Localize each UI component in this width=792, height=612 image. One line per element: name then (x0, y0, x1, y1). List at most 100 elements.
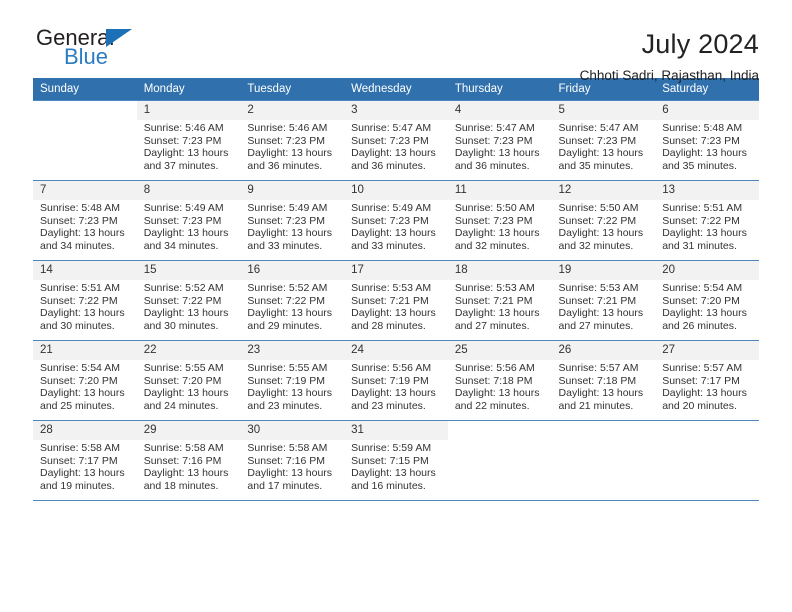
calendar-cell-empty (551, 420, 656, 501)
day-cell-content: 25 Sunrise: 5:56 AM Sunset: 7:18 PM Dayligh… (447, 341, 552, 420)
calendar-day-cell[interactable]: 14 Sunrise: 5:51 AM Sunset: 7:22 PM Dayligh… (33, 260, 137, 341)
general-blue-logo[interactable]: General Blue (33, 26, 196, 78)
detail-daylight-line1: Daylight: 13 hours (143, 387, 229, 400)
day-number: 15 (136, 261, 241, 280)
detail-sunset: Sunset: 7:23 PM (351, 214, 429, 227)
calendar-day-cell[interactable]: 5 Sunrise: 5:47 AM Sunset: 7:23 PM Daylight… (551, 100, 656, 181)
calendar-day-cell[interactable]: 6 Sunrise: 5:48 AM Sunset: 7:23 PM Daylight… (655, 100, 759, 181)
detail-sunrise: Sunrise: 5:48 AM (40, 202, 120, 214)
calendar-day-cell[interactable]: 25 Sunrise: 5:56 AM Sunset: 7:18 PM Dayligh… (447, 340, 552, 421)
calendar-day-cell[interactable]: 26 Sunrise: 5:57 AM Sunset: 7:18 PM Dayligh… (551, 340, 656, 421)
detail-sunset: Sunset: 7:22 PM (662, 214, 740, 227)
day-cell-content: 3 Sunrise: 5:47 AM Sunset: 7:23 PM Daylight… (344, 101, 448, 180)
weekday-header-wednesday: Wednesday (344, 78, 448, 101)
day-number: 8 (136, 181, 241, 200)
detail-sunrise: Sunrise: 5:53 AM (351, 282, 432, 294)
detail-daylight-line2: and 29 minutes. (247, 319, 323, 332)
detail-daylight-line1: Daylight: 13 hours (558, 227, 644, 240)
calendar-day-cell[interactable]: 2 Sunrise: 5:46 AM Sunset: 7:23 PM Daylight… (240, 100, 345, 181)
day-cell-content: 1 Sunrise: 5:46 AM Sunset: 7:23 PM Daylight… (136, 101, 241, 180)
day-cell-content: 8 Sunrise: 5:49 AM Sunset: 7:23 PM Daylight… (136, 181, 241, 260)
detail-sunset: Sunset: 7:18 PM (454, 374, 533, 387)
calendar-day-cell[interactable]: 9 Sunrise: 5:49 AM Sunset: 7:23 PM Daylight… (240, 180, 345, 261)
calendar-day-cell[interactable]: 13 Sunrise: 5:51 AM Sunset: 7:22 PM Dayligh… (655, 180, 759, 261)
detail-daylight-line1: Daylight: 13 hours (40, 387, 125, 400)
detail-sunset: Sunset: 7:21 PM (351, 294, 429, 307)
detail-sunrise: Sunrise: 5:58 AM (247, 442, 328, 454)
day-cell-content: 22 Sunrise: 5:55 AM Sunset: 7:20 PM Dayligh… (136, 341, 241, 420)
calendar-day-cell[interactable]: 10 Sunrise: 5:49 AM Sunset: 7:23 PM Dayligh… (344, 180, 448, 261)
calendar-day-cell[interactable]: 17 Sunrise: 5:53 AM Sunset: 7:21 PM Dayligh… (344, 260, 448, 341)
detail-sunset: Sunset: 7:19 PM (247, 374, 326, 387)
detail-daylight-line2: and 36 minutes. (247, 159, 323, 172)
day-details: Sunrise: 5:50 AM Sunset: 7:22 PM Daylight:… (552, 200, 656, 252)
calendar-day-cell[interactable]: 18 Sunrise: 5:53 AM Sunset: 7:21 PM Dayligh… (447, 260, 552, 341)
detail-sunset: Sunset: 7:17 PM (662, 374, 740, 387)
detail-sunset: Sunset: 7:23 PM (454, 134, 533, 147)
detail-sunset: Sunset: 7:23 PM (143, 214, 222, 227)
calendar-day-cell[interactable]: 28 Sunrise: 5:58 AM Sunset: 7:17 PM Dayligh… (33, 420, 137, 501)
day-number: 23 (240, 341, 345, 360)
detail-daylight-line1: Daylight: 13 hours (40, 307, 125, 320)
calendar-day-cell[interactable]: 3 Sunrise: 5:47 AM Sunset: 7:23 PM Daylight… (344, 100, 448, 181)
calendar-page: General Blue July 2024 Chhoti Sadri, Raj… (0, 0, 792, 612)
day-cell-content: 23 Sunrise: 5:55 AM Sunset: 7:19 PM Dayligh… (240, 341, 345, 420)
day-cell-content: 13 Sunrise: 5:51 AM Sunset: 7:22 PM Dayligh… (655, 181, 759, 260)
calendar-day-cell[interactable]: 8 Sunrise: 5:49 AM Sunset: 7:23 PM Daylight… (136, 180, 241, 261)
detail-sunrise: Sunrise: 5:53 AM (454, 282, 535, 294)
calendar-day-cell[interactable]: 11 Sunrise: 5:50 AM Sunset: 7:23 PM Dayligh… (447, 180, 552, 261)
detail-sunrise: Sunrise: 5:59 AM (351, 442, 432, 454)
detail-daylight-line2: and 35 minutes. (558, 159, 634, 172)
day-number: 1 (136, 101, 241, 120)
detail-daylight-line1: Daylight: 13 hours (662, 147, 747, 160)
day-cell-content (33, 101, 137, 180)
detail-sunset: Sunset: 7:20 PM (40, 374, 118, 387)
calendar-day-cell[interactable]: 23 Sunrise: 5:55 AM Sunset: 7:19 PM Dayligh… (240, 340, 345, 421)
day-details: Sunrise: 5:53 AM Sunset: 7:21 PM Daylight:… (448, 280, 552, 332)
detail-daylight-line1: Daylight: 13 hours (454, 307, 540, 320)
detail-daylight-line1: Daylight: 13 hours (662, 307, 747, 320)
detail-daylight-line1: Daylight: 13 hours (558, 147, 644, 160)
calendar-day-cell[interactable]: 21 Sunrise: 5:54 AM Sunset: 7:20 PM Dayligh… (33, 340, 137, 421)
day-cell-content (448, 421, 552, 500)
day-details: Sunrise: 5:46 AM Sunset: 7:23 PM Daylight:… (240, 120, 344, 172)
calendar-day-cell[interactable]: 19 Sunrise: 5:53 AM Sunset: 7:21 PM Dayligh… (551, 260, 656, 341)
day-cell-content: 14 Sunrise: 5:51 AM Sunset: 7:22 PM Dayligh… (33, 261, 137, 340)
calendar-day-cell[interactable]: 1 Sunrise: 5:46 AM Sunset: 7:23 PM Daylight… (136, 100, 241, 181)
day-cell-content: 15 Sunrise: 5:52 AM Sunset: 7:22 PM Dayligh… (136, 261, 241, 340)
calendar-day-cell[interactable]: 30 Sunrise: 5:58 AM Sunset: 7:16 PM Dayligh… (240, 420, 345, 501)
day-details: Sunrise: 5:57 AM Sunset: 7:17 PM Daylight:… (655, 360, 759, 412)
detail-daylight-line2: and 27 minutes. (454, 319, 530, 332)
calendar-day-cell[interactable]: 12 Sunrise: 5:50 AM Sunset: 7:22 PM Dayligh… (551, 180, 656, 261)
detail-daylight-line1: Daylight: 13 hours (143, 307, 229, 320)
detail-sunset: Sunset: 7:23 PM (247, 134, 326, 147)
detail-daylight-line1: Daylight: 13 hours (454, 147, 540, 160)
detail-daylight-line2: and 36 minutes. (351, 159, 426, 172)
calendar-day-cell[interactable]: 4 Sunrise: 5:47 AM Sunset: 7:23 PM Daylight… (447, 100, 552, 181)
day-number: 5 (551, 101, 656, 120)
day-details: Sunrise: 5:51 AM Sunset: 7:22 PM Daylight:… (655, 200, 759, 252)
day-cell-content: 27 Sunrise: 5:57 AM Sunset: 7:17 PM Dayligh… (655, 341, 759, 420)
calendar-day-cell[interactable]: 20 Sunrise: 5:54 AM Sunset: 7:20 PM Dayligh… (655, 260, 759, 341)
calendar-day-cell[interactable]: 31 Sunrise: 5:59 AM Sunset: 7:15 PM Dayligh… (344, 420, 448, 501)
detail-daylight-line2: and 21 minutes. (558, 399, 634, 412)
day-details: Sunrise: 5:58 AM Sunset: 7:17 PM Daylight:… (33, 440, 137, 492)
day-number: 14 (33, 261, 137, 280)
calendar-day-cell[interactable]: 27 Sunrise: 5:57 AM Sunset: 7:17 PM Dayligh… (655, 340, 759, 421)
detail-sunrise: Sunrise: 5:50 AM (558, 202, 639, 214)
calendar-day-cell[interactable]: 24 Sunrise: 5:56 AM Sunset: 7:19 PM Dayligh… (344, 340, 448, 421)
day-cell-content: 31 Sunrise: 5:59 AM Sunset: 7:15 PM Dayligh… (344, 421, 448, 500)
calendar-day-cell[interactable]: 7 Sunrise: 5:48 AM Sunset: 7:23 PM Daylight… (33, 180, 137, 261)
day-number: 28 (33, 421, 137, 440)
day-number: 25 (447, 341, 552, 360)
calendar-day-cell[interactable]: 15 Sunrise: 5:52 AM Sunset: 7:22 PM Dayligh… (136, 260, 241, 341)
day-number (552, 421, 656, 440)
detail-sunrise: Sunrise: 5:55 AM (247, 362, 328, 374)
calendar-day-cell[interactable]: 29 Sunrise: 5:58 AM Sunset: 7:16 PM Dayligh… (136, 420, 241, 501)
day-details: Sunrise: 5:56 AM Sunset: 7:19 PM Daylight:… (344, 360, 448, 412)
detail-sunset: Sunset: 7:23 PM (351, 134, 429, 147)
calendar-day-cell[interactable]: 16 Sunrise: 5:52 AM Sunset: 7:22 PM Dayligh… (240, 260, 345, 341)
calendar-day-cell[interactable]: 22 Sunrise: 5:55 AM Sunset: 7:20 PM Dayligh… (136, 340, 241, 421)
day-details: Sunrise: 5:56 AM Sunset: 7:18 PM Daylight:… (448, 360, 552, 412)
day-number: 3 (344, 101, 448, 120)
